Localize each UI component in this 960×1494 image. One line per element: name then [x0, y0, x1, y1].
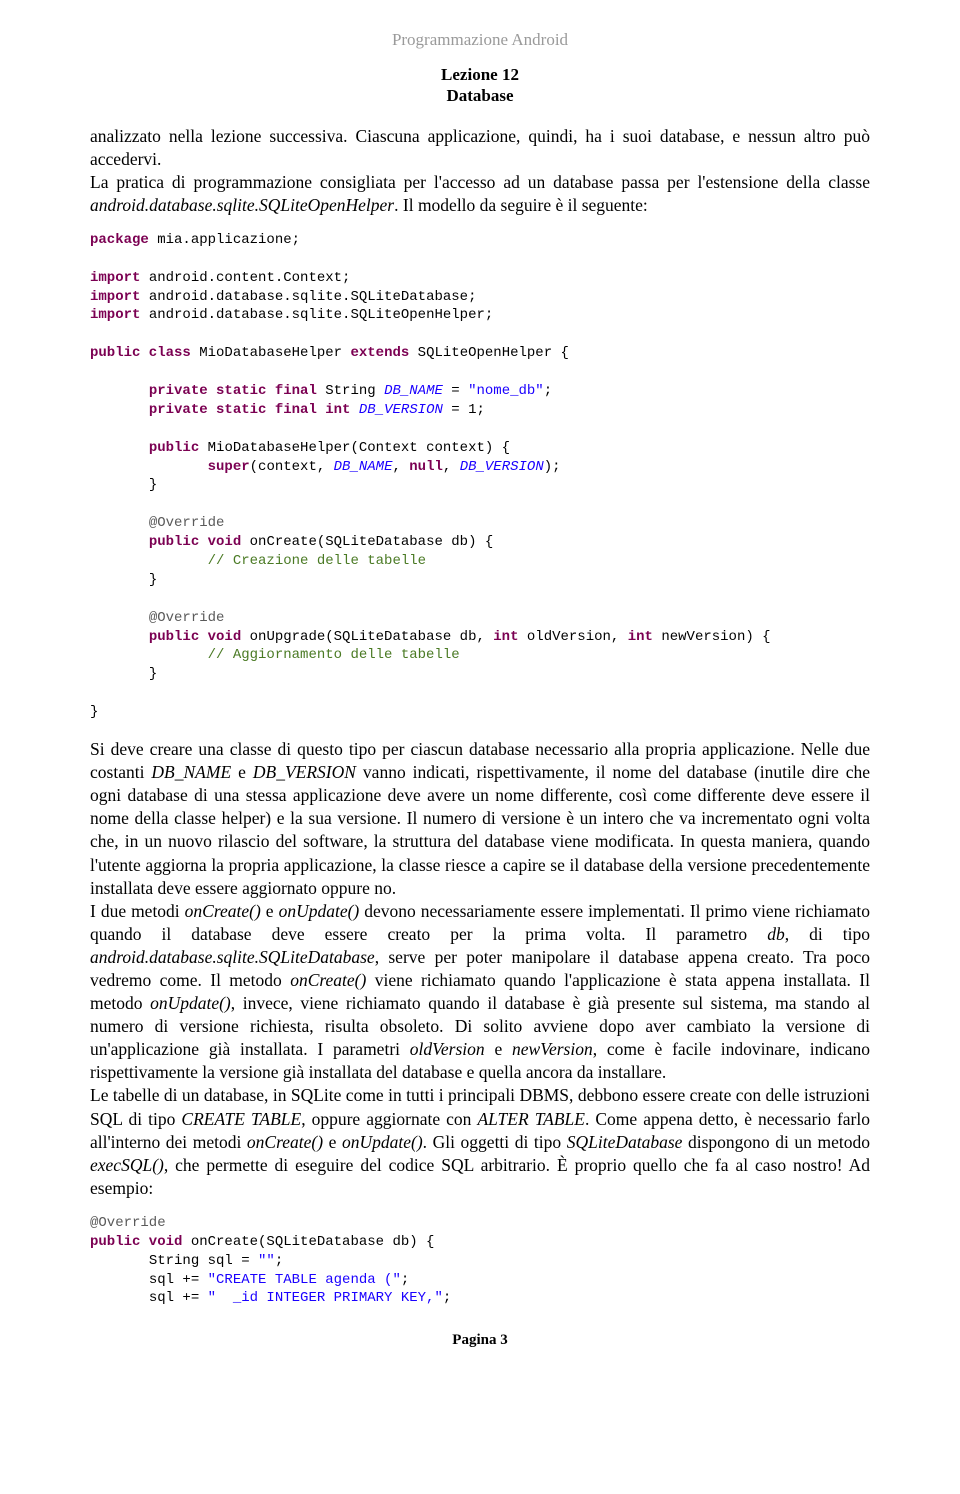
paragraph-class-desc: Si deve creare una classe di questo tipo…	[90, 738, 870, 900]
page-content: Programmazione Android Lezione 12 Databa…	[0, 0, 960, 1379]
code-block-2: @Override public void onCreate(SQLiteDat…	[90, 1214, 870, 1308]
header-course: Programmazione Android	[90, 30, 870, 50]
paragraph-tables-desc: Le tabelle di un database, in SQLite com…	[90, 1084, 870, 1199]
intro-text-2: La pratica di programmazione consigliata…	[90, 171, 870, 217]
header-lesson-line2: Database	[446, 86, 513, 105]
paragraph-methods-desc: I due metodi onCreate() e onUpdate() dev…	[90, 900, 870, 1085]
header-lesson: Lezione 12 Database	[90, 64, 870, 107]
intro-paragraph: analizzato nella lezione successiva. Cia…	[90, 125, 870, 217]
intro-text-1: analizzato nella lezione successiva. Cia…	[90, 125, 870, 171]
after-code-paragraphs: Si deve creare una classe di questo tipo…	[90, 738, 870, 1200]
code-block-1: package mia.applicazione; import android…	[90, 231, 870, 722]
header-lesson-line1: Lezione 12	[441, 65, 519, 84]
page-footer: Pagina 3	[90, 1332, 870, 1349]
